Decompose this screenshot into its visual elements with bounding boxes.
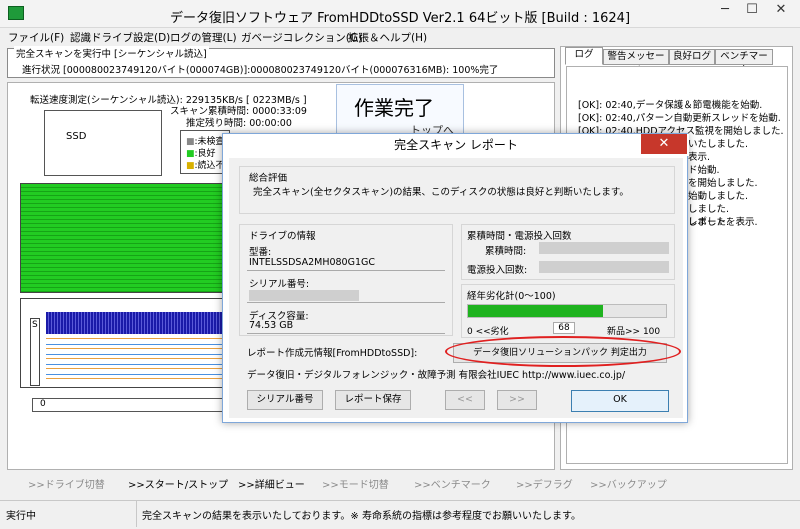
nav-drive-switch[interactable]: >>ドライブ切替 xyxy=(28,476,105,491)
ok-button[interactable]: OK xyxy=(571,390,669,412)
legend-good: ■:良好 xyxy=(186,149,216,159)
hours-label: 累積時間: xyxy=(485,246,527,257)
wear-bar-fill xyxy=(468,305,603,317)
tab-warnings[interactable]: 警告メッセージ xyxy=(603,49,669,76)
status-message: 完全スキャンの結果を表示いたしております。※ 寿命系統の指標は参考程度でお願いい… xyxy=(142,511,581,522)
count-label: 電源投入回数: xyxy=(467,265,528,276)
dialog-close-button[interactable]: ✕ xyxy=(641,134,687,154)
work-complete-label: 作業完了 xyxy=(354,96,434,120)
wear-right-label: 新品>> 100 xyxy=(607,327,661,337)
nav-mode-switch[interactable]: >>モード切替 xyxy=(322,476,389,491)
speed-chart-trace xyxy=(46,312,236,334)
log-line: を開始しました. xyxy=(688,178,758,189)
wear-value: 68 xyxy=(553,322,575,334)
save-report-button[interactable]: レポート保存 xyxy=(335,390,411,410)
tab-benchmark[interactable]: ベンチマーク xyxy=(715,49,773,76)
wear-bar xyxy=(467,304,667,318)
drive-info-title: ドライブの情報 xyxy=(249,231,316,242)
log-line: いたしました. xyxy=(688,139,749,150)
nav-start-stop[interactable]: >>スタート/ストップ xyxy=(128,476,228,491)
evaluation-text: 完全スキャン(全セクタスキャン)の結果、このディスクの状態は良好と判断いたします… xyxy=(253,187,629,198)
maximize-button[interactable]: ☐ xyxy=(740,0,764,20)
prev-button[interactable]: << xyxy=(445,390,485,410)
scan-remaining: 推定残り時間: 00:00:00 xyxy=(186,118,292,129)
source-label: レポート作成元情報[FromHDDtoSSD]: xyxy=(247,348,418,359)
status-state: 実行中 xyxy=(6,511,36,522)
log-line: レポートを表示. xyxy=(688,217,758,228)
speed-chart-s-label: S xyxy=(32,320,38,330)
model-value: INTELSSDSA2MH080G1GC xyxy=(247,257,445,271)
company-info: データ復旧・デジタルフォレンジック・故障予測 有限会社IUEC http://w… xyxy=(247,370,626,381)
legend-list: ■:未検査 ■:良好 ■:読込不 xyxy=(186,136,225,172)
power-title: 累積時間・電源投入回数 xyxy=(467,231,572,242)
serial-number-button[interactable]: シリアル番号 xyxy=(247,390,323,410)
tab-log[interactable]: ログ xyxy=(565,47,603,65)
model-label: 型番: xyxy=(249,247,272,258)
minimize-button[interactable]: ─ xyxy=(712,0,738,20)
nav-backup[interactable]: >>バックアップ xyxy=(590,476,667,491)
nav-benchmark[interactable]: >>ベンチマーク xyxy=(414,476,491,491)
scan-status-title: 完全スキャンを実行中 [シーケンシャル読込] xyxy=(14,46,209,60)
hours-redacted xyxy=(539,242,669,254)
menu-help[interactable]: 拡張＆ヘルプ(H) xyxy=(348,30,427,45)
drive-label: SSD xyxy=(66,131,87,142)
next-button[interactable]: >> xyxy=(497,390,537,410)
scan-progress-text: 進行状況 [000080023749120バイト(000074GB)]:0000… xyxy=(22,65,499,76)
speed-chart-lines xyxy=(46,336,236,384)
nav-defrag[interactable]: >>デフラグ xyxy=(516,476,573,491)
dialog-title: 完全スキャン レポート xyxy=(223,134,689,156)
sector-map xyxy=(20,183,238,293)
legend-read-error: ■:読込不 xyxy=(186,161,225,171)
serial-value-field xyxy=(247,289,445,303)
log-line: 始動しました. xyxy=(688,191,749,202)
menu-garbage-collection[interactable]: ガベージコレクション(G) xyxy=(241,30,362,45)
scan-report-dialog: 完全スキャン レポート ✕ 総合評価 完全スキャン(全セクタスキャン)の結果、こ… xyxy=(222,133,689,423)
wear-left-label: 0 <<劣化 xyxy=(467,327,509,337)
log-line: 表示. xyxy=(688,152,711,163)
serial-label: シリアル番号: xyxy=(249,279,310,290)
menu-file[interactable]: ファイル(F) xyxy=(8,30,64,45)
log-line: [OK]: 02:40,データ保護＆節電機能を始動. xyxy=(578,100,763,111)
legend-unchecked: ■:未検査 xyxy=(186,137,225,147)
menu-log[interactable]: ログの管理(L) xyxy=(170,30,237,45)
counter-value: 0 xyxy=(40,399,46,409)
window-title: データ復旧ソフトウェア FromHDDtoSSD Ver2.1 64ビット版 [… xyxy=(169,11,631,26)
capacity-value: 74.53 GB xyxy=(247,320,445,334)
nav-detail-view[interactable]: >>詳細ビュー xyxy=(238,476,305,491)
wear-title: 経年劣化計(0～100) xyxy=(467,291,556,302)
tab-good-log[interactable]: 良好ログ xyxy=(669,49,715,65)
counter-box xyxy=(32,398,238,412)
menu-drive-settings[interactable]: 認識ドライブ設定(D) xyxy=(70,30,170,45)
serial-redacted xyxy=(249,290,359,301)
drive-box xyxy=(44,110,162,176)
log-line: しました. xyxy=(688,204,730,215)
status-divider xyxy=(136,501,137,527)
close-button[interactable]: ✕ xyxy=(766,0,796,20)
log-line: ド始動. xyxy=(688,165,720,176)
evaluation-title: 総合評価 xyxy=(249,173,288,184)
log-line: [OK]: 02:40,パターン自動更新スレッドを始動. xyxy=(578,113,781,124)
count-redacted xyxy=(539,261,669,273)
bottom-nav xyxy=(0,472,800,492)
highlight-circle xyxy=(445,336,681,367)
